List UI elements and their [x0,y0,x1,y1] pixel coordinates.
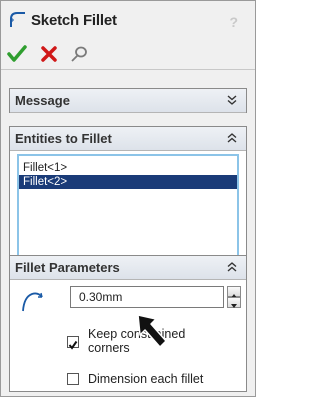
dimension-each-label: Dimension each fillet [88,372,204,386]
mouse-cursor-icon [137,314,167,348]
entities-listbox[interactable]: Fillet<1> Fillet<2> [17,154,239,258]
fillet-parameters-title: Fillet Parameters [15,260,120,275]
collapse-chevron-icon[interactable] [226,261,238,273]
message-section: Message [9,88,247,113]
fillet-radius-icon [22,292,43,312]
checkmark-icon [68,340,78,350]
help-icon[interactable]: ? [229,14,238,30]
spin-down-icon [231,304,237,308]
fillet-parameters-header[interactable]: Fillet Parameters [10,256,246,280]
message-section-header[interactable]: Message [10,89,246,113]
message-section-title: Message [15,93,70,108]
radius-input[interactable]: 0.30mm [70,286,224,308]
pushpin-icon[interactable] [69,45,89,63]
expand-chevron-icon[interactable] [226,94,238,106]
panel-header: Sketch Fillet ? [1,1,255,34]
action-bar [1,37,255,70]
sketch-fillet-icon [10,12,25,27]
dimension-each-checkbox[interactable] [67,373,79,385]
fillet-parameters-section: Fillet Parameters 0.30mm Keep constraine [9,255,247,392]
keep-constrained-checkbox[interactable] [67,336,79,350]
red-x-icon[interactable] [39,45,59,63]
list-item-selected[interactable]: Fillet<2> [19,175,237,189]
list-item[interactable]: Fillet<1> [19,161,237,175]
radius-spinner[interactable] [227,286,241,308]
entities-section-title: Entities to Fillet [15,131,112,146]
entities-section-header[interactable]: Entities to Fillet [10,127,246,151]
spin-up-button[interactable] [227,286,241,298]
collapse-chevron-icon[interactable] [226,132,238,144]
green-check-icon[interactable] [7,45,27,63]
property-manager-panel: Sketch Fillet ? Message Entities to Fill… [0,0,256,397]
spin-down-button[interactable] [227,297,241,308]
panel-title: Sketch Fillet [31,12,117,29]
entities-section: Entities to Fillet Fillet<1> Fillet<2> [9,126,247,271]
